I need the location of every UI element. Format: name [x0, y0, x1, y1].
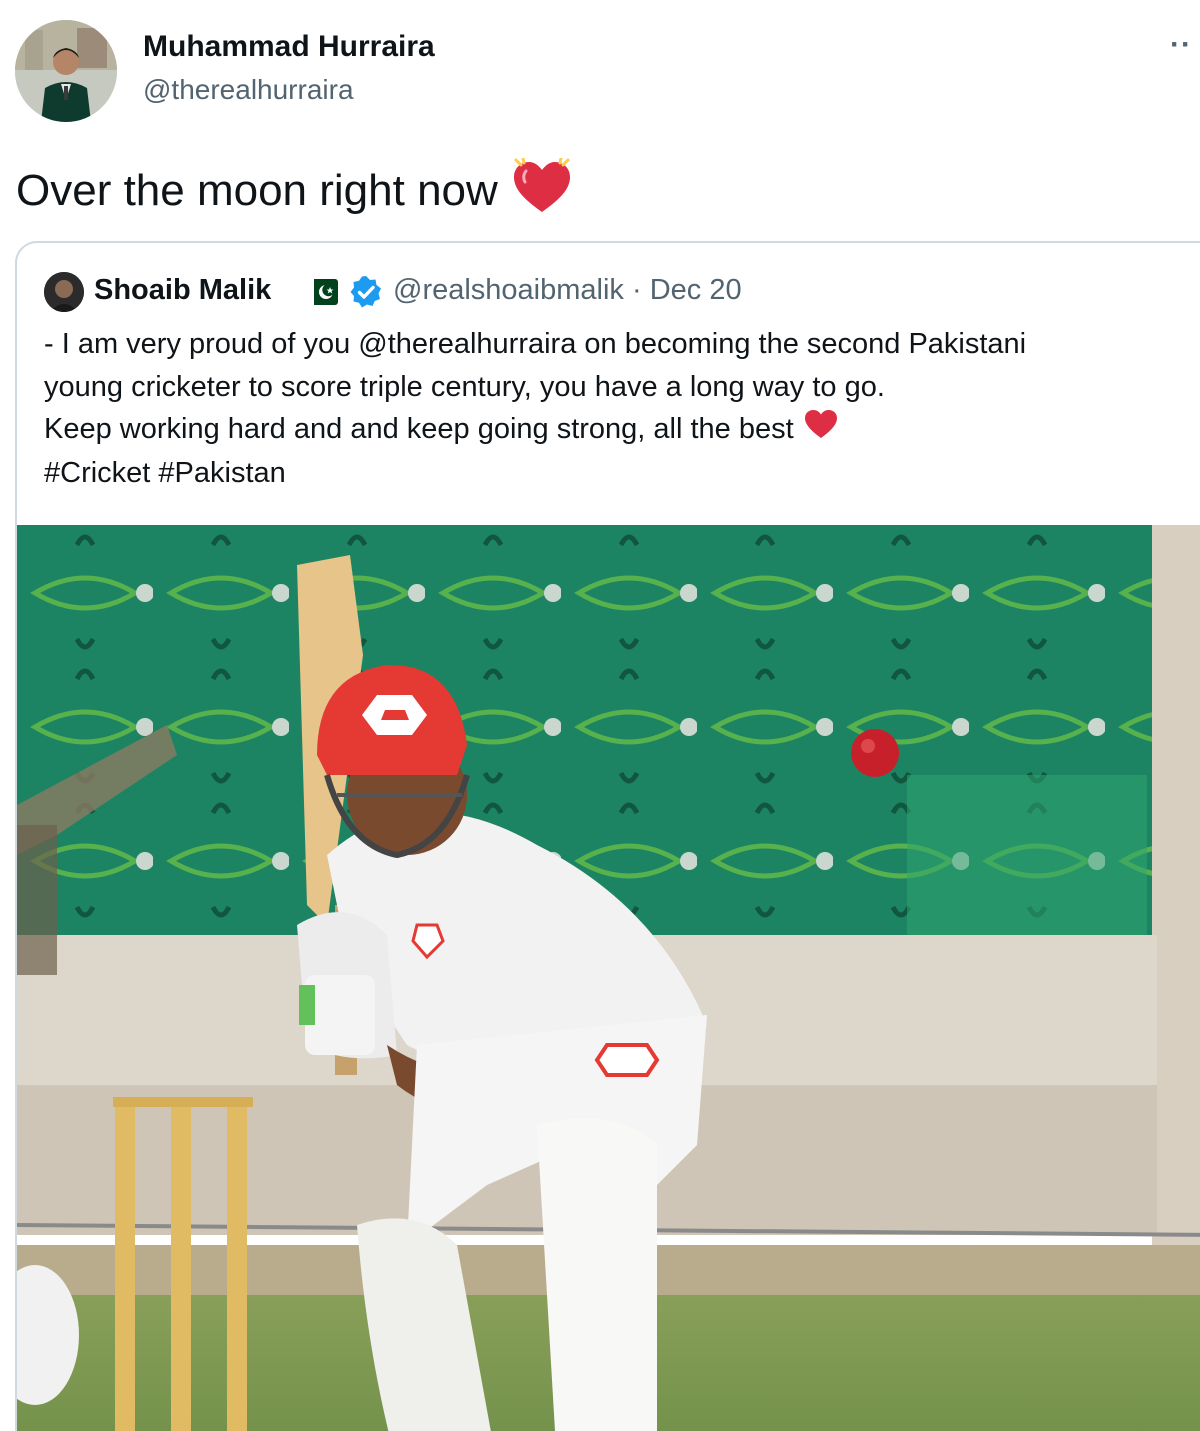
tweet-text: Over the moon right now: [16, 156, 572, 229]
quoted-author-name[interactable]: Shoaib Malik: [94, 274, 271, 307]
tweet-text-content: Over the moon right now: [16, 166, 498, 216]
author-handle[interactable]: @therealhurraira: [143, 74, 354, 106]
quoted-meta: @realshoaibmalik · Dec 20: [393, 274, 742, 307]
author-avatar[interactable]: [15, 20, 117, 122]
quoted-text-line-with-heart: Keep working hard and and keep going str…: [44, 408, 1184, 452]
quoted-text-line: Keep working hard and and keep going str…: [44, 413, 794, 445]
quoted-author-handle[interactable]: @realshoaibmalik: [393, 274, 624, 306]
quoted-tweet-card[interactable]: Shoaib Malik @realshoaibmalik · Dec 20 -…: [15, 241, 1200, 1431]
avatar-photo: [15, 20, 117, 122]
tweet: Muhammad Hurraira @therealhurraira ·· Ov…: [0, 0, 1200, 1431]
pakistan-flag-icon: [306, 279, 338, 305]
quoted-text-line: - I am very proud of you @therealhurrair…: [44, 328, 1027, 360]
quoted-tweet-text: - I am very proud of you @therealhurrair…: [44, 323, 1184, 494]
red-heart-icon: [804, 409, 838, 452]
author-name[interactable]: Muhammad Hurraira: [143, 30, 435, 64]
hashtags[interactable]: #Cricket #Pakistan: [44, 452, 1184, 495]
cricket-batsman-photo: [17, 525, 1200, 1431]
quoted-tweet-photo[interactable]: [17, 525, 1200, 1431]
quoted-author-avatar[interactable]: [44, 272, 84, 312]
quoted-text-line: young cricketer to score triple century,…: [44, 370, 885, 403]
heart-with-shine-icon: [512, 156, 572, 229]
quoted-avatar-photo: [44, 272, 84, 312]
more-options-button[interactable]: ··: [1170, 28, 1192, 62]
quoted-date[interactable]: Dec 20: [650, 274, 742, 306]
meta-separator: ·: [632, 274, 642, 306]
verified-badge-icon: [349, 275, 383, 309]
